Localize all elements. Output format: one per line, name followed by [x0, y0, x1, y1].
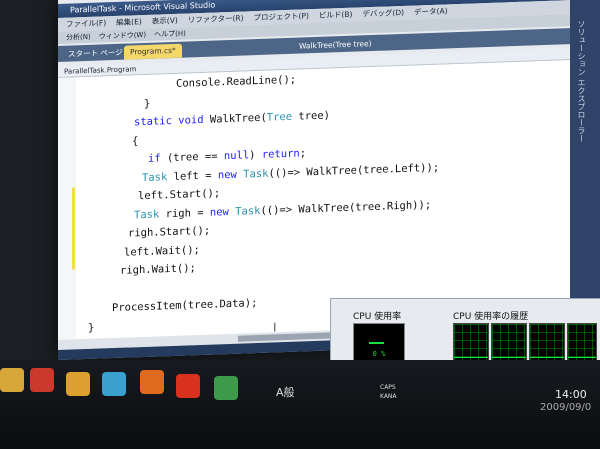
windows-taskbar: [0, 360, 600, 449]
cpu-history-graph: [567, 323, 597, 363]
cpu-history-graph: [491, 323, 527, 363]
taskbar-app-icon[interactable]: [140, 370, 164, 394]
tab-start-page[interactable]: スタート ページ: [62, 46, 129, 62]
code-token: Task: [134, 207, 160, 221]
code-line: Task righ = new Task(()=> WalkTree(tree.…: [134, 198, 431, 220]
cpu-history-graph: [529, 323, 565, 363]
clock-date[interactable]: 2009/09/0: [540, 402, 591, 413]
taskbar-app-icon[interactable]: [66, 372, 90, 396]
code-token: (()=> WalkTree(tree.Left));: [268, 161, 440, 180]
code-line: ProcessItem(tree.Data);: [112, 297, 257, 314]
cpu-usage-value: 0 %: [372, 350, 386, 358]
tab-walktree-member[interactable]: WalkTree(Tree tree): [293, 37, 378, 54]
menu-debug[interactable]: デバッグ(D): [362, 6, 404, 21]
code-token: Console.ReadLine();: [176, 73, 297, 90]
code-token: void: [178, 113, 210, 127]
code-token: righ.Wait();: [120, 262, 196, 277]
code-token: {: [132, 134, 139, 147]
code-line: }: [144, 97, 150, 109]
caps-indicator: CAPS: [380, 384, 396, 391]
code-token: righ.Start();: [128, 224, 211, 240]
code-token: left =: [167, 168, 218, 183]
code-token: WalkTree(: [209, 111, 267, 126]
tab-program-cs[interactable]: Program.cs*: [124, 43, 182, 60]
code-token: return: [261, 147, 300, 161]
code-token: new: [209, 205, 236, 219]
code-token: Task: [235, 204, 261, 218]
code-token: Tree: [266, 110, 293, 124]
code-line: Task left = new Task(()=> WalkTree(tree.…: [142, 161, 439, 183]
code-line: {: [132, 135, 138, 147]
code-token: ProcessItem(tree.Data);: [112, 297, 258, 315]
menu-data[interactable]: データ(A): [414, 4, 447, 19]
taskbar-app-icon[interactable]: [30, 368, 54, 392]
taskbar-app-icon[interactable]: [0, 368, 24, 392]
code-token: null: [223, 149, 250, 163]
cpu-history-title: CPU 使用率の履歴: [453, 312, 529, 322]
clock-time[interactable]: 14:00: [555, 388, 587, 401]
code-line: Console.ReadLine();: [176, 74, 296, 90]
code-line: righ.Wait();: [120, 262, 196, 277]
code-token: left.Start();: [138, 187, 221, 203]
cpu-usage-meter: 0 %: [353, 323, 405, 363]
cpu-usage-title: CPU 使用率: [353, 312, 402, 322]
code-line: }: [88, 321, 94, 333]
code-line: left.Wait();: [124, 244, 200, 259]
taskbar-app-icon[interactable]: [102, 372, 126, 396]
code-token: Task: [142, 170, 168, 184]
menu-file[interactable]: ファイル(F): [66, 16, 106, 31]
code-line: if (tree == null) return;: [148, 147, 306, 165]
kana-indicator: KANA: [380, 393, 397, 400]
code-token: new: [217, 168, 244, 181]
taskbar-app-icon[interactable]: [176, 374, 200, 398]
monitor-screen: ParallelTask - Microsoft Visual Studio フ…: [0, 0, 600, 449]
code-token: if: [148, 152, 167, 165]
code-token: tree): [292, 109, 331, 123]
menu-view[interactable]: 表示(V): [152, 14, 178, 29]
code-line: static void WalkTree(Tree tree): [134, 110, 330, 129]
code-token: }: [144, 97, 151, 110]
menu-window[interactable]: ウィンドウ(W): [99, 29, 146, 43]
code-token: righ =: [159, 206, 210, 220]
code-line: left.Start();: [138, 187, 220, 202]
menu-help[interactable]: ヘルプ(H): [154, 28, 186, 41]
code-line: righ.Start();: [128, 225, 210, 240]
taskbar-app-icon[interactable]: [214, 376, 238, 400]
code-token: Task: [243, 167, 269, 181]
code-token: left.Wait();: [124, 243, 200, 259]
solution-explorer-label: ソリューション エクスプローラー: [577, 20, 586, 143]
changed-lines-indicator: [72, 187, 75, 270]
menu-analyze[interactable]: 分析(N): [66, 31, 91, 44]
code-token: ): [249, 148, 262, 162]
menu-edit[interactable]: 編集(E): [116, 15, 142, 30]
code-token: (tree ==: [166, 150, 224, 165]
ime-indicator[interactable]: A般: [276, 384, 295, 400]
code-token: (()=> WalkTree(tree.Righ));: [260, 198, 432, 217]
menu-build[interactable]: ビルド(B): [319, 8, 353, 23]
code-token: }: [88, 321, 95, 334]
code-token: ;: [299, 147, 307, 160]
cpu-history-graph: [453, 323, 489, 363]
code-token: static: [134, 114, 179, 129]
cpu-usage-bar: [369, 342, 384, 344]
